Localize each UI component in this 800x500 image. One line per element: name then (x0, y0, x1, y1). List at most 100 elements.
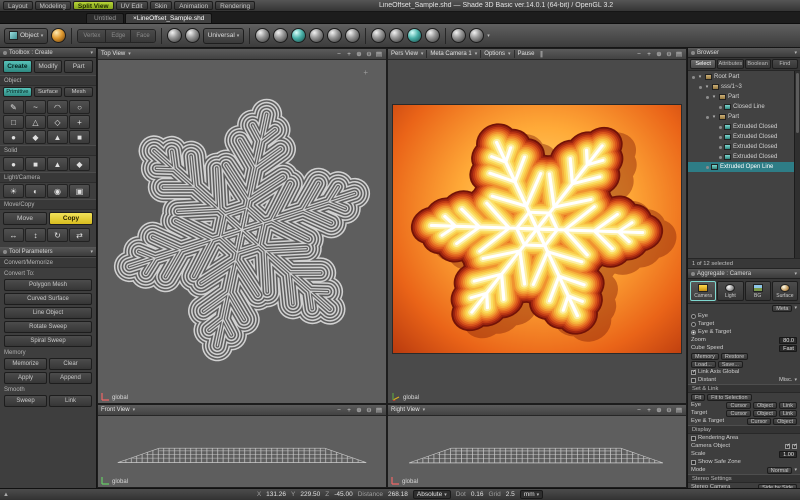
toolbar-orb-icon[interactable] (407, 28, 422, 43)
chevron-down-icon[interactable] (487, 33, 490, 39)
workspace-tab-rendering[interactable]: Rendering (215, 1, 255, 10)
zoom-out-icon[interactable]: ⊖ (365, 406, 373, 414)
right-viewport[interactable]: Right View − + ⊕ ⊖ ▤ (387, 404, 687, 488)
convert-polygon-mesh-button[interactable]: Polygon Mesh (4, 279, 92, 291)
mode-dropdown[interactable]: Normal (767, 467, 793, 474)
eye-target-radio[interactable] (691, 330, 696, 335)
mirror-icon[interactable]: ⇄ (69, 228, 90, 242)
toolbox-tab-create[interactable]: Create (3, 60, 32, 73)
camera-select-label[interactable]: Meta Camera 1 (430, 51, 471, 57)
select-orb-icon[interactable] (167, 28, 182, 43)
convert-curved-surface-button[interactable]: Curved Surface (4, 293, 92, 305)
stretch-icon[interactable]: ↕ (25, 228, 46, 242)
tree-row[interactable]: Extruded Closed (688, 142, 800, 152)
front-view-label[interactable]: Front View (101, 407, 130, 413)
triangle-tool-icon[interactable]: △ (25, 115, 46, 129)
tree-expand-icon[interactable]: ▾ (711, 94, 717, 100)
load-button[interactable]: Load... (691, 361, 716, 368)
eye-link-button[interactable]: Link (779, 402, 797, 409)
browser-tab-attributes[interactable]: Attributes (717, 59, 743, 69)
chevron-down-icon[interactable] (475, 51, 478, 57)
tree-row[interactable]: Closed Line (688, 102, 800, 112)
scrollbar-thumb[interactable] (796, 73, 799, 133)
chevron-down-icon[interactable] (508, 51, 511, 57)
browser-tab-find[interactable]: Find (772, 59, 798, 69)
workspace-tab-uv-edit[interactable]: UV Edit (116, 1, 148, 10)
workspace-tab-skin[interactable]: Skin (150, 1, 173, 10)
toolbar-orb-icon[interactable] (345, 28, 360, 43)
point-light-icon[interactable]: ◉ (47, 184, 68, 198)
right-view-canvas[interactable]: global (388, 416, 686, 487)
solid-sphere-icon[interactable]: ● (3, 157, 24, 171)
curve-tool-icon[interactable]: ~ (25, 100, 46, 114)
clear-button[interactable]: Clear (49, 358, 92, 370)
pan-icon[interactable]: + (645, 407, 653, 414)
tree-row[interactable]: ▾ Part (688, 92, 800, 102)
tab-background[interactable]: BG (745, 281, 771, 301)
fit-button[interactable]: Fit (691, 394, 705, 401)
eye-target-object-button[interactable]: Object (773, 418, 797, 425)
collapse-icon[interactable]: − (335, 407, 343, 414)
tree-row[interactable]: Extruded Open Line (688, 162, 800, 172)
rotate-icon[interactable]: ↻ (47, 228, 68, 242)
visibility-dot-icon[interactable] (699, 86, 702, 89)
browser-tab-select[interactable]: Select (690, 59, 716, 69)
camera-tool-icon[interactable]: ▣ (69, 184, 90, 198)
tree-row[interactable]: Extruded Closed (688, 132, 800, 142)
link-axis-row[interactable]: Link Axis Global (688, 368, 800, 376)
workspace-tab-modeling[interactable]: Modeling (35, 1, 71, 10)
apply-button[interactable]: Apply (4, 372, 47, 384)
visibility-dot-icon[interactable] (719, 126, 722, 129)
toolbar-orb-icon[interactable] (309, 28, 324, 43)
viewport-menu-icon[interactable]: ▤ (675, 406, 683, 414)
eye-radio[interactable] (691, 314, 696, 319)
safe-zone-checkbox[interactable] (691, 460, 696, 465)
visibility-dot-icon[interactable] (719, 146, 722, 149)
tool-parameters-header[interactable]: Tool Parameters (0, 247, 96, 257)
zoom-value-field[interactable]: 80.0 (779, 337, 797, 344)
rendering-area-row[interactable]: Rendering Area (688, 434, 800, 442)
toolbar-orb-icon[interactable] (451, 28, 466, 43)
cube-tool-icon[interactable]: ■ (69, 130, 90, 144)
browser-tab-boolean[interactable]: Boolean (745, 59, 771, 69)
target-radio-row[interactable]: Target (688, 320, 800, 328)
polygon-tool-icon[interactable]: ◇ (47, 115, 68, 129)
object-mode-dropdown[interactable]: Object (4, 28, 48, 44)
rectangle-tool-icon[interactable]: □ (3, 115, 24, 129)
pers-view-canvas[interactable]: global (388, 60, 686, 403)
collapse-icon[interactable]: − (335, 51, 343, 58)
target-radio[interactable] (691, 322, 696, 327)
top-viewport[interactable]: Top View − + ⊕ ⊖ ▤ + + (97, 48, 387, 404)
pause-button[interactable]: Pause (518, 51, 535, 57)
pan-icon[interactable]: + (345, 407, 353, 414)
zoom-in-icon[interactable]: ⊕ (355, 406, 363, 414)
translate-icon[interactable]: ↔ (3, 228, 24, 242)
solid-cone-icon[interactable]: ▲ (47, 157, 68, 171)
visibility-dot-icon[interactable] (719, 156, 722, 159)
chevron-down-icon[interactable] (128, 51, 131, 57)
misc-label[interactable]: Misc. (779, 377, 793, 383)
chevron-down-icon[interactable] (423, 407, 426, 413)
tab-surface[interactable]: Surface (772, 281, 798, 301)
chevron-down-icon[interactable] (133, 407, 136, 413)
chevron-down-icon[interactable] (421, 51, 424, 57)
right-view-label[interactable]: Right View (391, 407, 420, 413)
solid-diamond-icon[interactable]: ◆ (69, 157, 90, 171)
cone-tool-icon[interactable]: ▲ (47, 130, 68, 144)
toolbar-orb-icon[interactable] (273, 28, 288, 43)
camera-orb-icon[interactable] (51, 28, 66, 43)
browser-header[interactable]: Browser (688, 48, 800, 58)
toolbar-orb-icon[interactable] (255, 28, 270, 43)
doc-tab-untitled[interactable]: Untitled (86, 13, 124, 23)
zoom-in-icon[interactable]: ⊕ (655, 50, 663, 58)
visibility-dot-icon[interactable] (719, 136, 722, 139)
pan-icon[interactable]: + (345, 51, 353, 58)
tab-camera[interactable]: Camera (690, 281, 716, 301)
tree-row[interactable]: Extruded Closed (688, 122, 800, 132)
face-mode-button[interactable]: Face (131, 30, 154, 42)
save-button[interactable]: Save... (718, 361, 743, 368)
surface-button[interactable]: Surface (34, 87, 63, 97)
pers-viewport[interactable]: Pers View Meta Camera 1 Options Pause ∥ … (387, 48, 687, 404)
toolbox-header[interactable]: Toolbox : Create (0, 48, 96, 58)
toolbar-orb-icon[interactable] (327, 28, 342, 43)
